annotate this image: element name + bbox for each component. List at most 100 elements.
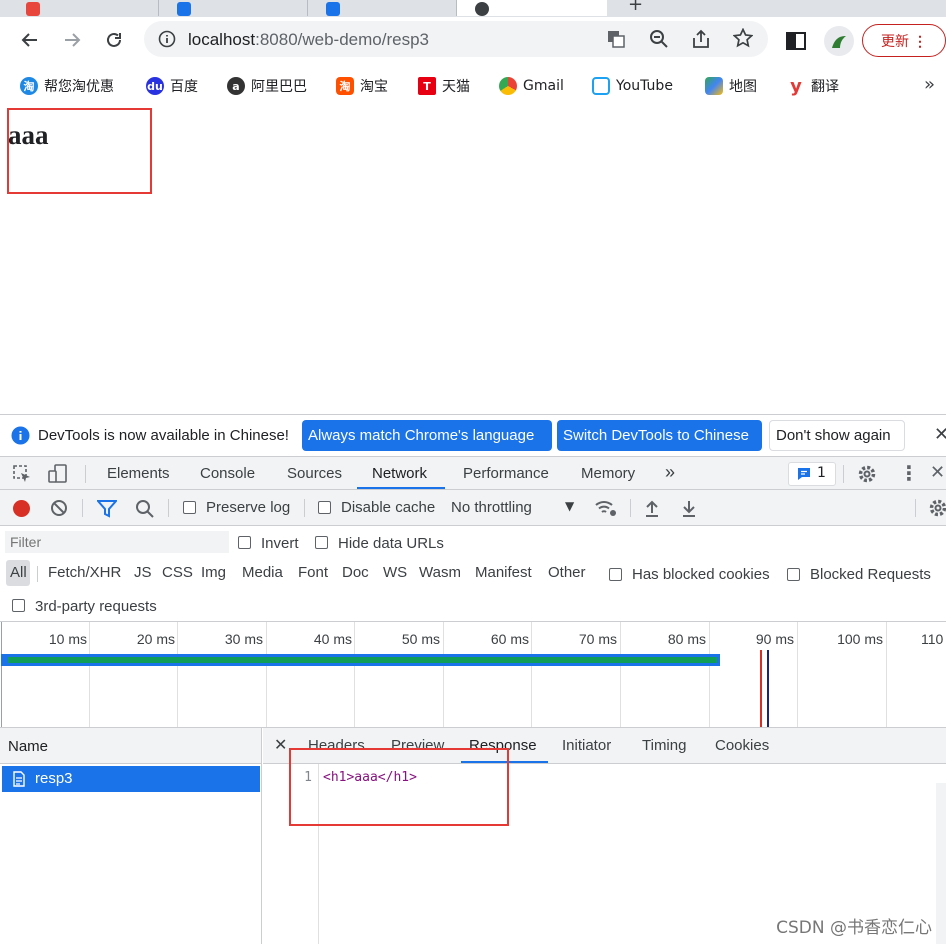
filter-type-js[interactable]: JS	[134, 564, 152, 581]
browser-tab[interactable]	[159, 0, 308, 16]
filter-type-fetch[interactable]: Fetch/XHR	[48, 564, 121, 581]
filter-type-font[interactable]: Font	[298, 564, 328, 581]
inspect-icon[interactable]	[12, 464, 32, 484]
tab-strip: +	[0, 0, 946, 17]
record-icon[interactable]	[13, 500, 30, 517]
url-text[interactable]: localhost:8080/web-demo/resp3	[188, 30, 429, 50]
bookmark-item[interactable]: T 天猫	[418, 74, 470, 98]
tab-initiator[interactable]: Initiator	[562, 737, 611, 754]
close-devtools-icon[interactable]: ✕	[930, 462, 945, 483]
tab-network[interactable]: Network	[372, 465, 427, 482]
bookmark-item[interactable]: y 翻译	[787, 74, 839, 98]
back-button[interactable]	[14, 24, 46, 56]
tab-sources[interactable]: Sources	[287, 465, 342, 482]
sidebar-icon[interactable]	[786, 32, 806, 50]
bookmark-item[interactable]: du 百度	[146, 74, 198, 98]
preserve-log-label: Preserve log	[206, 499, 291, 516]
new-tab-icon[interactable]: +	[628, 0, 643, 15]
scrollbar[interactable]	[936, 783, 946, 944]
info-icon	[11, 426, 30, 445]
reload-button[interactable]	[98, 24, 130, 56]
more-vert-icon: ⋮	[912, 32, 927, 49]
filter-type-manifest[interactable]: Manifest	[475, 564, 532, 581]
tab-memory[interactable]: Memory	[581, 465, 635, 482]
match-language-button[interactable]: Always match Chrome's language	[302, 420, 552, 451]
third-party-checkbox[interactable]	[12, 599, 25, 612]
share-icon[interactable]	[691, 29, 711, 49]
zoom-icon[interactable]	[649, 29, 669, 49]
filter-type-all[interactable]: All	[10, 564, 27, 581]
update-button[interactable]: 更新 ⋮	[862, 24, 946, 57]
tab-cookies[interactable]: Cookies	[715, 737, 769, 754]
info-icon[interactable]	[158, 30, 176, 48]
blocked-requests-checkbox[interactable]	[787, 568, 800, 581]
tick-line	[620, 622, 621, 727]
dont-show-again-button[interactable]: Don't show again	[769, 420, 905, 451]
clear-icon[interactable]	[50, 499, 68, 517]
bookmark-item[interactable]: 淘帮您淘优惠	[20, 74, 114, 98]
tab-elements[interactable]: Elements	[107, 465, 170, 482]
tv-icon	[592, 77, 610, 95]
infobar-message: DevTools is now available in Chinese!	[38, 427, 289, 444]
forward-button[interactable]	[56, 24, 88, 56]
browser-tab[interactable]	[308, 0, 457, 16]
export-har-icon[interactable]	[681, 499, 697, 517]
table-row[interactable]: resp3	[2, 766, 260, 792]
issues-badge[interactable]: 1	[788, 462, 836, 486]
search-icon[interactable]	[135, 499, 154, 518]
gear-icon[interactable]	[857, 464, 877, 484]
translate-icon[interactable]	[606, 29, 626, 49]
filter-type-img[interactable]: Img	[201, 564, 226, 581]
request-list: Name resp3	[0, 728, 262, 944]
invert-label: Invert	[261, 535, 299, 552]
name-column-header[interactable]: Name	[0, 728, 261, 764]
filter-type-doc[interactable]: Doc	[342, 564, 369, 581]
network-conditions-icon[interactable]	[594, 498, 618, 518]
disable-cache-checkbox[interactable]	[318, 501, 331, 514]
preserve-log-checkbox[interactable]	[183, 501, 196, 514]
bookmark-item[interactable]: 淘淘宝	[336, 74, 388, 98]
bookmarks-bar: 淘帮您淘优惠 du 百度 a 阿里巴巴 淘淘宝 T 天猫 Gmail YouTube …	[0, 66, 946, 109]
tab-console[interactable]: Console	[200, 465, 255, 482]
dropdown-arrow-icon[interactable]: ▼	[565, 499, 574, 513]
filter-type-css[interactable]: CSS	[162, 564, 193, 581]
bookmark-item[interactable]: YouTube	[592, 74, 673, 98]
browser-tab[interactable]	[0, 0, 159, 16]
bookmark-item[interactable]: a 阿里巴巴	[227, 74, 307, 98]
more-tabs-icon[interactable]: »	[665, 462, 675, 483]
hide-data-urls-label: Hide data URLs	[338, 535, 444, 552]
profile-avatar[interactable]	[824, 26, 854, 56]
tab-performance[interactable]: Performance	[463, 465, 549, 482]
bookmark-label: 帮您淘优惠	[44, 79, 114, 95]
blocked-cookies-checkbox[interactable]	[609, 568, 622, 581]
close-icon[interactable]: ✕	[934, 424, 946, 445]
arrow-right-icon	[65, 33, 81, 47]
star-icon[interactable]	[733, 28, 753, 48]
device-toggle-icon[interactable]	[47, 463, 69, 485]
network-settings-icon[interactable]	[928, 498, 946, 518]
filter-type-wasm[interactable]: Wasm	[419, 564, 461, 581]
filter-input[interactable]	[5, 531, 229, 553]
browser-tab-active[interactable]	[457, 0, 607, 16]
bookmark-item[interactable]: Gmail	[499, 74, 564, 98]
throttling-select[interactable]: No throttling	[451, 499, 532, 516]
blocked-cookies-label: Has blocked cookies	[632, 566, 770, 583]
taobao-icon: 淘	[336, 77, 354, 95]
tick-label: 110	[921, 631, 944, 647]
dom-content-loaded-line	[767, 650, 769, 727]
devtools-tabbar: Elements Console Sources Network Perform…	[0, 456, 946, 490]
tab-timing[interactable]: Timing	[642, 737, 686, 754]
filter-type-other[interactable]: Other	[548, 564, 586, 581]
filter-type-ws[interactable]: WS	[383, 564, 407, 581]
address-bar[interactable]: localhost:8080/web-demo/resp3	[144, 21, 768, 57]
hide-data-urls-checkbox[interactable]	[315, 536, 328, 549]
bookmark-item[interactable]: 地图	[705, 74, 757, 98]
close-detail-icon[interactable]: ✕	[274, 735, 287, 754]
more-vert-icon[interactable]: ⋮	[899, 461, 919, 485]
filter-type-media[interactable]: Media	[242, 564, 283, 581]
filter-icon[interactable]	[97, 500, 117, 518]
switch-devtools-button[interactable]: Switch DevTools to Chinese	[557, 420, 762, 451]
invert-checkbox[interactable]	[238, 536, 251, 549]
chevron-right-icon[interactable]: »	[924, 74, 935, 95]
import-har-icon[interactable]	[644, 499, 660, 517]
